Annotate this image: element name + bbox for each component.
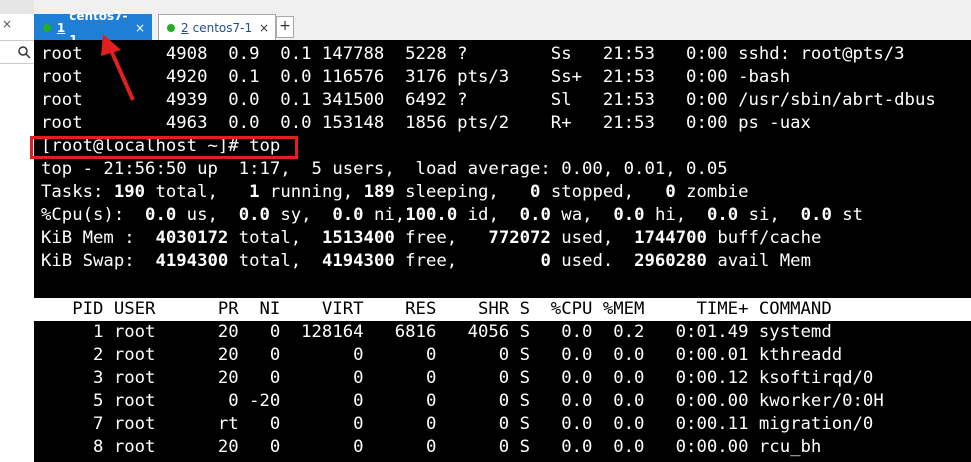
annotation-arrow-icon	[101, 34, 135, 101]
